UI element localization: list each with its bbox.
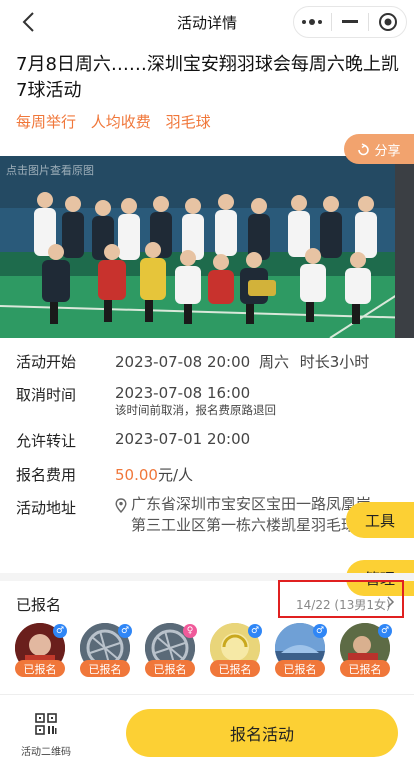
close-icon[interactable] — [369, 7, 406, 37]
activity-photo[interactable]: 点击图片查看原图 — [0, 156, 414, 338]
nav-bar: 活动详情 — [0, 0, 414, 44]
registered-label: 已报名 — [16, 596, 62, 614]
activity-title: 7月8日周六……深圳宝安翔羽球会每周六晚上凯7球活动 — [16, 54, 399, 101]
qr-code-button[interactable]: 活动二维码 — [14, 713, 78, 758]
highlight-box — [278, 580, 404, 618]
gender-icon: ♂ — [53, 624, 67, 638]
gender-icon: ♂ — [118, 624, 132, 638]
bottom-divider — [0, 694, 414, 695]
registered-tag: 已报名 — [145, 660, 195, 677]
transfer-label: 允许转让 — [16, 432, 77, 450]
address-label: 活动地址 — [16, 499, 77, 517]
cancel-note: 该时间前取消，报名费原路退回 — [115, 403, 276, 417]
gender-icon: ♂ — [248, 624, 262, 638]
tools-button[interactable]: 工具 — [346, 502, 414, 538]
mini-program-capsule — [293, 6, 407, 38]
share-button[interactable]: 分享 — [344, 134, 414, 164]
start-weekday: 周六 — [258, 353, 289, 371]
more-icon[interactable] — [294, 7, 331, 37]
qr-code-label: 活动二维码 — [21, 747, 71, 758]
location-pin-icon — [115, 498, 127, 513]
start-duration: 时长3小时 — [299, 353, 370, 371]
tag-sport: 羽毛球 — [165, 113, 211, 131]
fee-label: 报名费用 — [16, 466, 77, 484]
qr-code-icon — [35, 713, 57, 735]
photo-hint: 点击图片查看原图 — [6, 164, 94, 177]
share-icon — [358, 142, 370, 155]
registered-tag: 已报名 — [210, 660, 260, 677]
registered-tag: 已报名 — [340, 660, 390, 677]
registered-tag: 已报名 — [80, 660, 130, 677]
start-label: 活动开始 — [16, 353, 77, 371]
tag-fee: 人均收费 — [90, 113, 151, 131]
fee-unit: 元/人 — [157, 466, 194, 484]
address-text[interactable]: 广东省深圳市宝安区宝田一路凤凰岗第三工业区第一栋六楼凯星羽毛球馆 — [131, 494, 379, 536]
gender-icon: ♀ — [183, 624, 197, 638]
registered-tag: 已报名 — [15, 660, 65, 677]
start-date: 2023-07-08 20:00 — [115, 353, 251, 371]
fee-amount: 50.00 — [115, 466, 158, 484]
signup-button[interactable]: 报名活动 — [126, 709, 398, 757]
tag-weekly: 每周举行 — [16, 113, 77, 131]
registered-tag: 已报名 — [275, 660, 325, 677]
minimize-icon[interactable] — [332, 7, 369, 37]
transfer-date: 2023-07-01 20:00 — [115, 430, 251, 448]
cancel-label: 取消时间 — [16, 386, 77, 404]
gender-icon: ♂ — [378, 624, 392, 638]
gender-icon: ♂ — [313, 624, 327, 638]
cancel-date: 2023-07-08 16:00 — [115, 384, 251, 402]
activity-tags: 每周举行 人均收费 羽毛球 — [16, 111, 221, 132]
registered-avatars: ♂ 已报名 ♂ 已报名 ♀ 已报名 ♂ 已报名 ♂ 已报名 ♂ 已报名 — [15, 623, 405, 681]
share-label: 分享 — [374, 143, 401, 159]
